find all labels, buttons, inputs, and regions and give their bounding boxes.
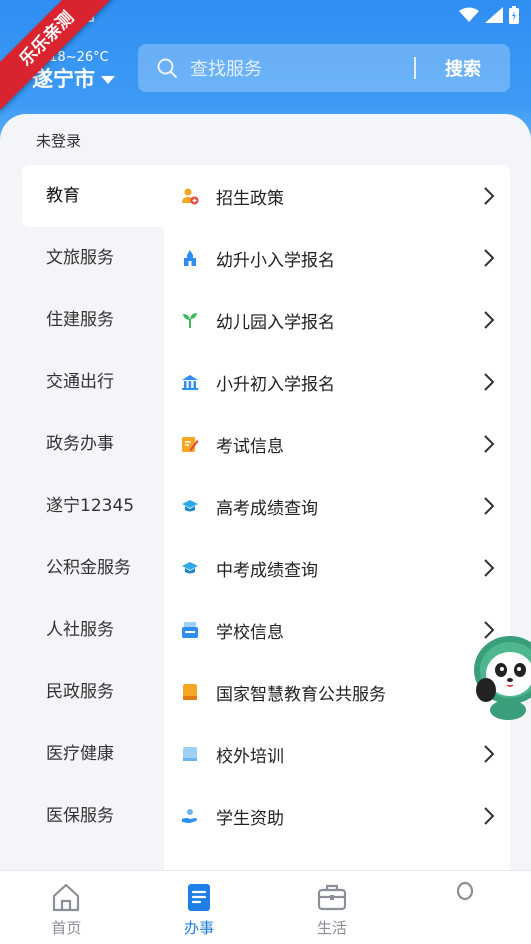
tab-profile[interactable] <box>398 871 531 944</box>
chevron-right-icon <box>484 187 495 205</box>
document-icon <box>188 884 211 911</box>
category-item-social-security[interactable]: 人社服务 <box>22 599 164 661</box>
hand-icon <box>181 807 199 825</box>
service-label: 学校信息 <box>216 622 284 643</box>
chevron-right-icon <box>484 435 495 453</box>
home-icon <box>53 883 80 912</box>
service-item[interactable]: 高考成绩查询 <box>164 475 510 537</box>
category-item-government[interactable]: 政务办事 <box>22 413 164 475</box>
service-label: 招生政策 <box>216 188 284 209</box>
person-add-icon <box>181 187 199 205</box>
category-item-healthcare[interactable]: 医疗健康 <box>22 723 164 785</box>
service-item[interactable]: 国家智慧教育公共服务 <box>164 661 510 723</box>
chevron-right-icon <box>484 497 495 515</box>
search-bar[interactable]: 查找服务 搜索 <box>138 44 510 92</box>
category-item-transport[interactable]: 交通出行 <box>22 351 164 413</box>
search-button[interactable]: 搜索 <box>416 55 510 81</box>
service-item[interactable]: 幼升小入学报名 <box>164 227 510 289</box>
category-item-housing-fund[interactable]: 公积金服务 <box>22 537 164 599</box>
service-item[interactable]: 学生资助 <box>164 785 510 847</box>
school-card-icon <box>181 621 199 639</box>
service-item[interactable]: 招生政策 <box>164 165 510 227</box>
tab-label: 办事 <box>184 919 215 937</box>
briefcase-icon <box>317 884 346 911</box>
book-icon <box>181 683 199 701</box>
category-item-civil-affairs[interactable]: 民政服务 <box>22 661 164 723</box>
service-label: 幼儿园入学报名 <box>216 312 335 333</box>
service-list: 招生政策 幼升小入学报名 幼儿园入学报名 小升初入学报名 考试信息 高考成绩查询 <box>164 165 510 874</box>
city-selector[interactable]: 遂宁市 <box>32 63 115 93</box>
graduation-cap-icon <box>181 497 199 515</box>
service-item[interactable]: 考试信息 <box>164 413 510 475</box>
edit-note-icon <box>181 435 199 453</box>
panda-mascot[interactable] <box>468 630 531 722</box>
category-item-hotline[interactable]: 遂宁12345 <box>22 475 164 537</box>
service-label: 小升初入学报名 <box>216 374 335 395</box>
category-item-culture-tourism[interactable]: 文旅服务 <box>22 227 164 289</box>
search-icon <box>157 58 177 78</box>
category-item-education[interactable]: 教育 <box>22 165 164 227</box>
service-item[interactable]: 学校信息 <box>164 599 510 661</box>
user-icon <box>456 881 473 901</box>
service-item[interactable]: 中考成绩查询 <box>164 537 510 599</box>
tab-label: 首页 <box>51 919 82 937</box>
category-item-housing[interactable]: 住建服务 <box>22 289 164 351</box>
service-label: 校外培训 <box>216 746 284 767</box>
castle-icon <box>181 249 199 267</box>
service-label: 考试信息 <box>216 436 284 457</box>
service-label: 中考成绩查询 <box>216 560 318 581</box>
wifi-icon <box>459 7 479 22</box>
tab-life[interactable]: 生活 <box>266 871 399 944</box>
tab-home[interactable]: 首页 <box>0 871 133 944</box>
chevron-right-icon <box>484 311 495 329</box>
category-item-medical-insurance[interactable]: 医保服务 <box>22 785 164 847</box>
graduation-cap-icon <box>181 559 199 577</box>
chevron-right-icon <box>484 807 495 825</box>
sprout-icon <box>181 311 199 329</box>
login-status[interactable]: 未登录 <box>36 130 81 151</box>
tab-services[interactable]: 办事 <box>133 871 266 944</box>
bottom-tab-bar: 首页 办事 生活 <box>0 870 531 944</box>
battery-icon <box>509 6 519 24</box>
chevron-right-icon <box>484 373 495 391</box>
building-icon <box>181 373 199 391</box>
service-card: 未登录 教育 文旅服务 住建服务 交通出行 政务办事 遂宁12345 公积金服务… <box>0 114 531 874</box>
service-label: 学生资助 <box>216 808 284 829</box>
service-item[interactable]: 小升初入学报名 <box>164 351 510 413</box>
category-list: 教育 文旅服务 住建服务 交通出行 政务办事 遂宁12345 公积金服务 人社服… <box>22 165 164 847</box>
chevron-right-icon <box>484 249 495 267</box>
service-label: 幼升小入学报名 <box>216 250 335 271</box>
tab-label: 生活 <box>316 919 347 937</box>
search-input[interactable]: 查找服务 <box>190 55 414 81</box>
service-label: 高考成绩查询 <box>216 498 318 519</box>
card-icon <box>181 745 199 763</box>
service-item[interactable]: 幼儿园入学报名 <box>164 289 510 351</box>
chevron-right-icon <box>484 745 495 763</box>
caret-down-icon <box>101 76 115 84</box>
service-item[interactable]: 校外培训 <box>164 723 510 785</box>
signal-icon <box>485 7 503 23</box>
service-label: 国家智慧教育公共服务 <box>216 684 386 705</box>
chevron-right-icon <box>484 559 495 577</box>
